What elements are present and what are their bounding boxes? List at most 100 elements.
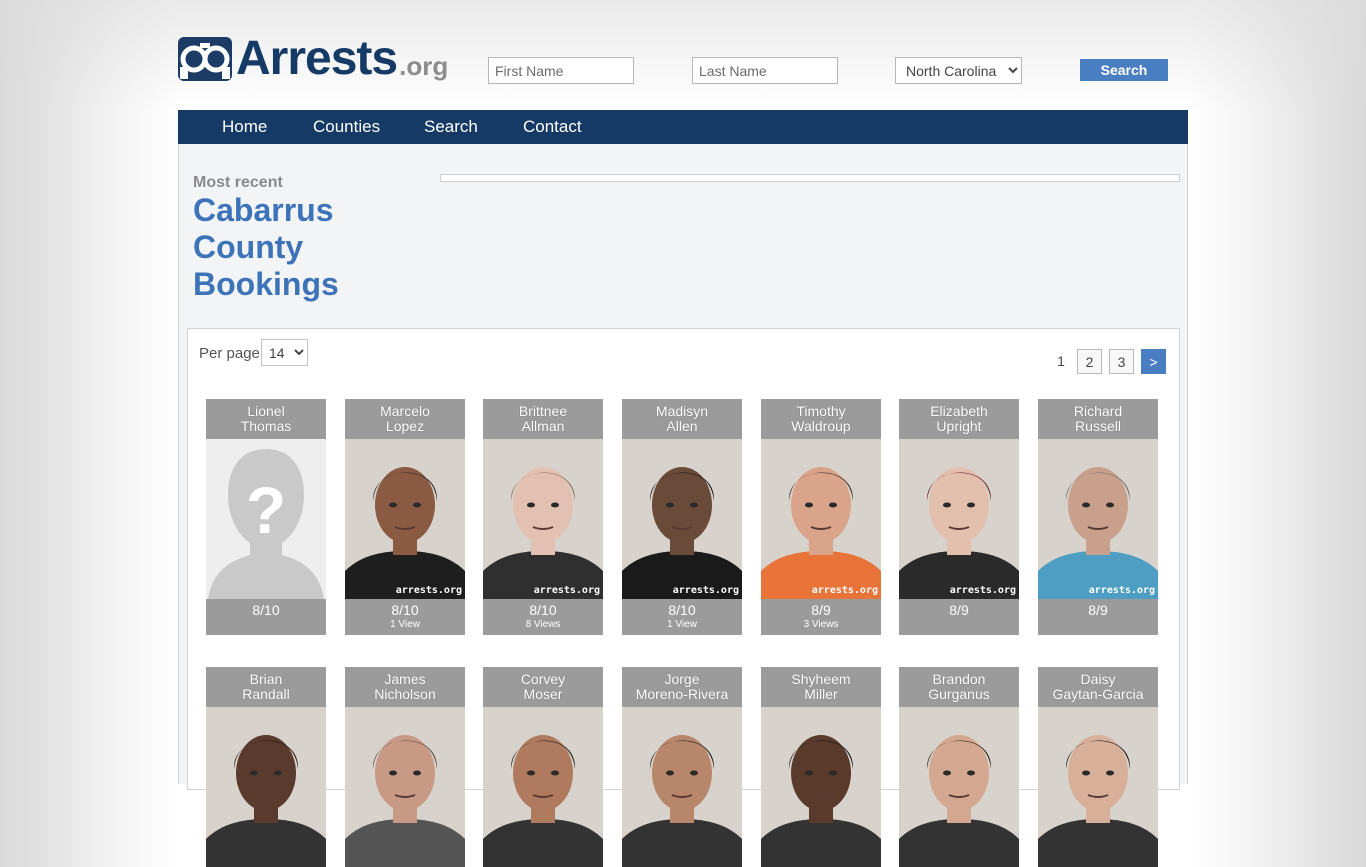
last-name: Allman: [521, 418, 565, 434]
nav-contact[interactable]: Contact: [523, 110, 582, 144]
booking-card[interactable]: Corvey Moser: [483, 667, 603, 867]
mugshot-photo[interactable]: arrests.org: [622, 439, 742, 599]
first-name: Brandon: [932, 671, 986, 687]
first-name: Jorge: [664, 671, 700, 687]
mugshot-photo[interactable]: [899, 707, 1019, 867]
booking-name[interactable]: Elizabeth Upright: [899, 399, 1019, 439]
nav-counties[interactable]: Counties: [313, 110, 380, 144]
booking-name[interactable]: Brittnee Allman: [483, 399, 603, 439]
page-title: Cabarrus County Bookings: [193, 192, 339, 302]
watermark-text: arrests.org: [950, 585, 1016, 596]
page-3-button[interactable]: 3: [1109, 349, 1134, 374]
booking-name[interactable]: Corvey Moser: [483, 667, 603, 707]
booking-date: 8/10: [252, 602, 280, 618]
booking-name[interactable]: Madisyn Allen: [622, 399, 742, 439]
booking-name[interactable]: Timothy Waldroup: [761, 399, 881, 439]
booking-card[interactable]: Elizabeth Upright arrests.org 8/9: [899, 399, 1019, 635]
booking-card[interactable]: Daisy Gaytan-Garcia: [1038, 667, 1158, 867]
first-name: Daisy: [1080, 671, 1116, 687]
mugshot-photo[interactable]: [345, 707, 465, 867]
last-name: Moser: [523, 686, 563, 702]
last-name: Moreno-Rivera: [635, 686, 729, 702]
mugshot-photo[interactable]: [1038, 707, 1158, 867]
logo-text: Arrests: [236, 32, 398, 85]
last-name: Waldroup: [791, 418, 851, 434]
booking-date: 8/10: [529, 602, 557, 618]
booking-date: 8/9: [949, 602, 969, 618]
booking-card[interactable]: Brandon Gurganus: [899, 667, 1019, 867]
booking-date: 8/9: [811, 602, 831, 618]
bookings-panel: Per page 14 1 2 3 > Lionel Thomas? 8/10 Mar…: [187, 328, 1180, 867]
watermark-text: arrests.org: [812, 585, 878, 596]
first-name: Corvey: [520, 671, 566, 687]
booking-card[interactable]: Brian Randall: [206, 667, 326, 867]
last-name: Gurganus: [928, 686, 990, 702]
booking-date: 8/9: [1088, 602, 1108, 618]
booking-card[interactable]: Richard Russell arrests.org 8/9: [1038, 399, 1158, 635]
watermark-text: arrests.org: [673, 585, 739, 596]
booking-card[interactable]: Brittnee Allman arrests.org 8/10 8 Views: [483, 399, 603, 635]
nav-search[interactable]: Search: [424, 110, 478, 144]
booking-card[interactable]: Jorge Moreno-Rivera: [622, 667, 742, 867]
watermark-text: arrests.org: [396, 585, 462, 596]
watermark-text: arrests.org: [534, 585, 600, 596]
watermark-text: arrests.org: [1089, 585, 1155, 596]
first-name-input[interactable]: [488, 57, 634, 84]
per-page-select[interactable]: 14: [261, 339, 308, 366]
view-count: [206, 619, 326, 635]
booking-name[interactable]: Lionel Thomas: [206, 399, 326, 439]
booking-name[interactable]: Jorge Moreno-Rivera: [622, 667, 742, 707]
site-logo[interactable]: Arrests .org: [178, 32, 448, 85]
kicker-label: Most recent: [193, 174, 283, 191]
page-2-button[interactable]: 2: [1077, 349, 1102, 374]
view-count: 8 Views: [525, 619, 561, 630]
page-current: 1: [1057, 353, 1065, 369]
booking-name[interactable]: Richard Russell: [1038, 399, 1158, 439]
mugshot-photo[interactable]: arrests.org: [761, 439, 881, 599]
last-name: Upright: [936, 418, 982, 434]
next-page-button[interactable]: >: [1141, 349, 1166, 374]
mugshot-photo[interactable]: [483, 707, 603, 867]
view-count: 3 Views: [803, 619, 839, 630]
booking-name[interactable]: Brian Randall: [206, 667, 326, 707]
booking-name[interactable]: James Nicholson: [345, 667, 465, 707]
view-count: 1 View: [390, 619, 420, 630]
mugshot-photo[interactable]: arrests.org: [345, 439, 465, 599]
booking-card[interactable]: Marcelo Lopez arrests.org 8/10 1 View: [345, 399, 465, 635]
mugshot-photo[interactable]: arrests.org: [483, 439, 603, 599]
last-name: Nicholson: [374, 686, 436, 702]
first-name: Lionel: [247, 403, 285, 419]
last-name: Allen: [666, 418, 698, 434]
mugshot-photo[interactable]: [622, 707, 742, 867]
view-count: [899, 619, 1019, 635]
mugshot-photo[interactable]: arrests.org: [1038, 439, 1158, 599]
booking-card[interactable]: James Nicholson: [345, 667, 465, 867]
booking-name[interactable]: Shyheem Miller: [761, 667, 881, 707]
last-name-input[interactable]: [692, 57, 838, 84]
first-name: Richard: [1073, 403, 1123, 419]
first-name: Elizabeth: [930, 403, 988, 419]
last-name: Lopez: [385, 418, 425, 434]
booking-card[interactable]: Timothy Waldroup arrests.org 8/9 3 Views: [761, 399, 881, 635]
first-name: Madisyn: [655, 403, 709, 419]
booking-name[interactable]: Marcelo Lopez: [345, 399, 465, 439]
first-name: Shyheem: [791, 671, 851, 687]
mugshot-photo[interactable]: [206, 707, 326, 867]
search-button[interactable]: Search: [1080, 59, 1168, 81]
booking-date: 8/10: [391, 602, 419, 618]
first-name: James: [384, 671, 426, 687]
booking-card[interactable]: Shyheem Miller: [761, 667, 881, 867]
booking-name[interactable]: Daisy Gaytan-Garcia: [1038, 667, 1158, 707]
svg-text:?: ?: [246, 473, 286, 547]
booking-name[interactable]: Brandon Gurganus: [899, 667, 1019, 707]
mugshot-photo[interactable]: [761, 707, 881, 867]
nav-home[interactable]: Home: [222, 110, 267, 144]
booking-card[interactable]: Madisyn Allen arrests.org 8/10 1 View: [622, 399, 742, 635]
last-name: Randall: [242, 686, 290, 702]
booking-card[interactable]: Lionel Thomas? 8/10: [206, 399, 326, 635]
state-select[interactable]: North Carolina: [895, 57, 1022, 84]
mugshot-photo[interactable]: arrests.org: [899, 439, 1019, 599]
last-name: Miller: [804, 686, 838, 702]
no-photo-silhouette[interactable]: ?: [206, 439, 326, 599]
first-name: Brittnee: [518, 403, 568, 419]
